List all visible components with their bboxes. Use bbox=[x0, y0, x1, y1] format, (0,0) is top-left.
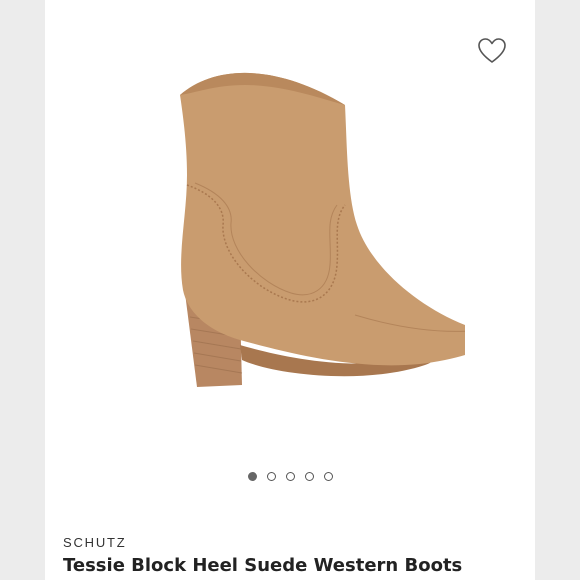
carousel-dot-5[interactable] bbox=[323, 472, 333, 481]
heart-icon bbox=[478, 38, 506, 63]
carousel-dot-2[interactable] bbox=[266, 472, 276, 481]
favorite-button[interactable] bbox=[475, 35, 509, 67]
carousel-dot-3[interactable] bbox=[285, 472, 295, 481]
product-image-boot[interactable] bbox=[125, 55, 465, 395]
left-border bbox=[0, 0, 45, 580]
carousel-dot-4[interactable] bbox=[304, 472, 314, 481]
brand-name[interactable]: SCHUTZ bbox=[63, 535, 127, 550]
right-border bbox=[535, 0, 580, 580]
carousel-indicators bbox=[45, 472, 535, 481]
product-card: SCHUTZ Tessie Block Heel Suede Western B… bbox=[45, 0, 535, 580]
product-title[interactable]: Tessie Block Heel Suede Western Boots bbox=[63, 555, 462, 576]
carousel-dot-1[interactable] bbox=[247, 472, 257, 481]
